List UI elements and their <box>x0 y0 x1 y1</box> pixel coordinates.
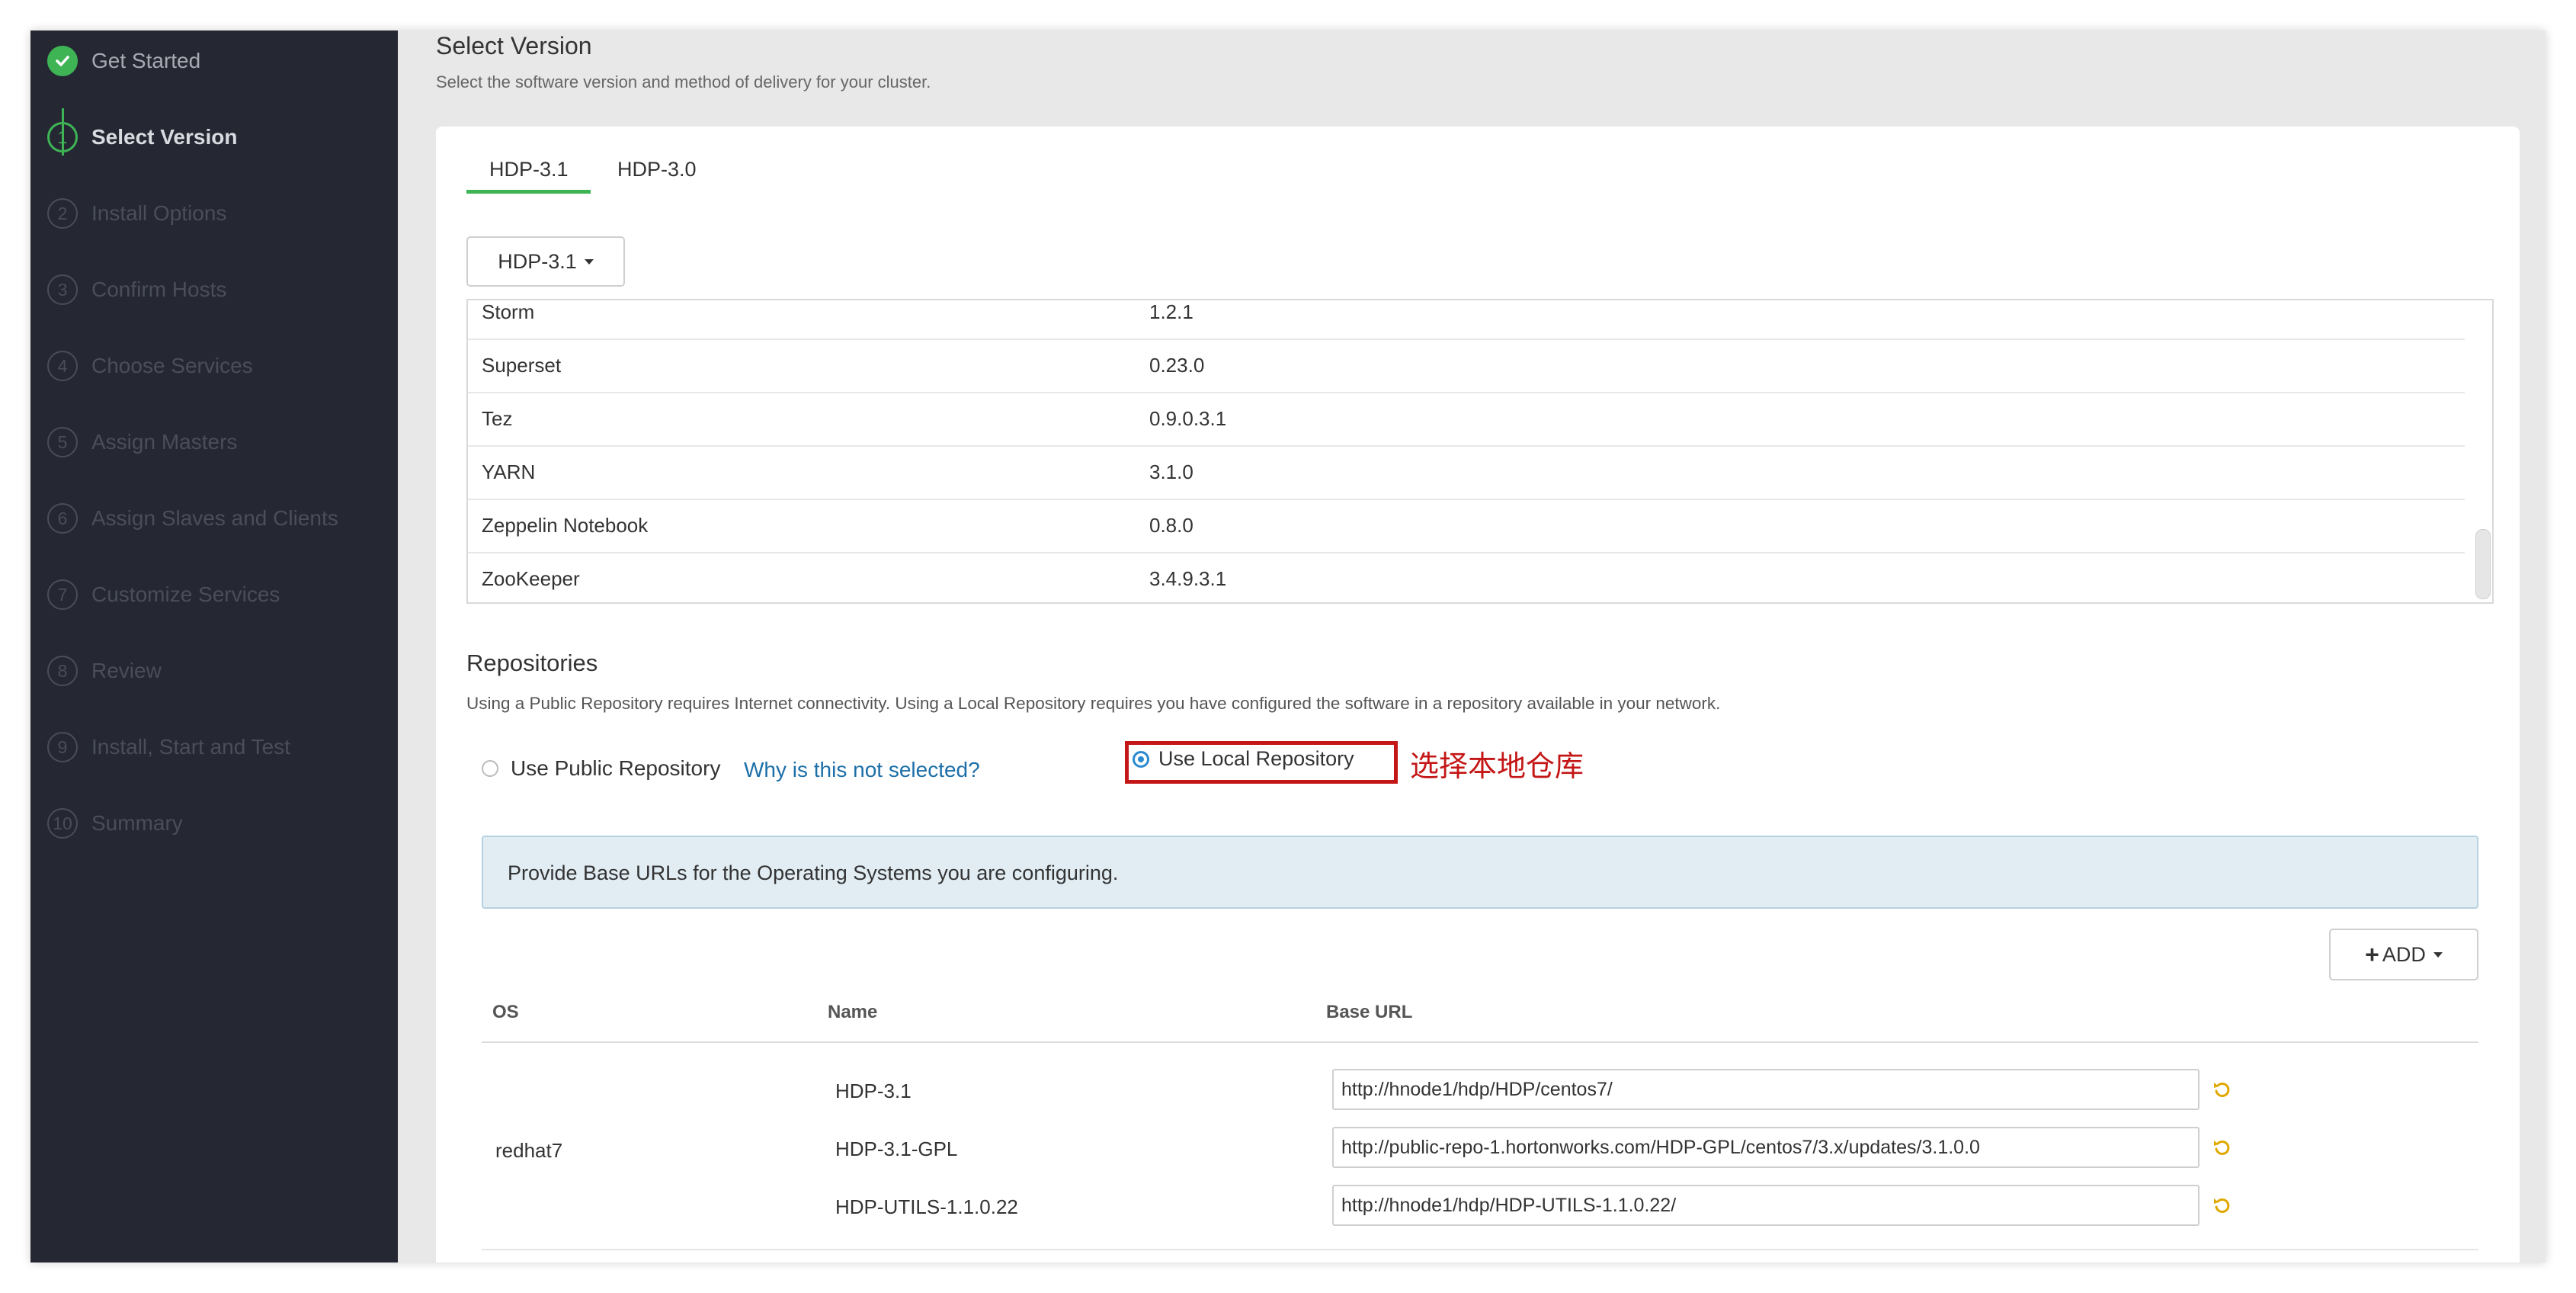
step-review: 8 Review <box>47 652 162 690</box>
public-repo-radio[interactable] <box>482 760 498 777</box>
main-content: Select Version Select the software versi… <box>398 30 2546 1263</box>
table-header-divider <box>482 1041 2478 1043</box>
service-name: Superset <box>482 354 562 377</box>
tab-hdp-3-0[interactable]: HDP-3.0 <box>617 154 697 184</box>
table-row: ZooKeeper 3.4.9.3.1 <box>468 552 2465 602</box>
table-row: Zeppelin Notebook 0.8.0 <box>468 499 2465 553</box>
os-name: redhat7 <box>495 1139 563 1162</box>
step-choose-services: 4 Choose Services <box>47 347 253 385</box>
step-label: Confirm Hosts <box>91 278 227 301</box>
step-label: Get Started <box>91 49 201 72</box>
step-label: Install Options <box>91 201 227 225</box>
step-label: Assign Masters <box>91 430 238 454</box>
repositories-description: Using a Public Repository requires Inter… <box>466 694 1721 713</box>
step-label: Customize Services <box>91 582 280 606</box>
check-icon <box>47 46 78 76</box>
why-not-selected-link[interactable]: Why is this not selected? <box>744 758 980 782</box>
base-url-input[interactable] <box>1332 1069 2200 1110</box>
column-header-name: Name <box>828 1002 878 1022</box>
service-version: 0.9.0.3.1 <box>1149 407 1227 430</box>
public-repo-label: Use Public Repository <box>511 756 721 780</box>
add-os-button[interactable]: + ADD <box>2329 929 2478 980</box>
base-url-input[interactable] <box>1332 1185 2200 1226</box>
add-button-label: ADD <box>2382 942 2426 966</box>
undo-icon[interactable] <box>2212 1079 2233 1100</box>
step-customize-services: 7 Customize Services <box>47 576 280 614</box>
table-row: Storm 1.2.1 <box>468 300 2465 340</box>
version-dropdown-value: HDP-3.1 <box>498 249 577 273</box>
undo-icon[interactable] <box>2212 1195 2233 1216</box>
repo-name: HDP-3.1-GPL <box>835 1137 958 1160</box>
repo-name: HDP-UTILS-1.1.0.22 <box>835 1195 1018 1218</box>
step-label: Install, Start and Test <box>91 735 290 759</box>
public-repo-option[interactable]: Use Public Repository <box>482 756 720 781</box>
step-number: 5 <box>47 427 78 457</box>
step-select-version[interactable]: 1 Select Version <box>47 118 237 156</box>
step-number: 3 <box>47 274 78 305</box>
step-label: Choose Services <box>91 354 253 377</box>
step-summary: 10 Summary <box>47 804 183 842</box>
annotation-highlight-box <box>1125 741 1398 784</box>
undo-icon[interactable] <box>2212 1137 2233 1158</box>
step-label: Assign Slaves and Clients <box>91 506 338 530</box>
step-label: Summary <box>91 811 183 835</box>
caret-down-icon <box>584 258 594 265</box>
service-version: 3.1.0 <box>1149 460 1193 483</box>
table-bottom-divider <box>482 1249 2478 1250</box>
info-alert: Provide Base URLs for the Operating Syst… <box>482 836 2478 909</box>
step-assign-masters: 5 Assign Masters <box>47 423 237 461</box>
service-version: 3.4.9.3.1 <box>1149 567 1227 590</box>
table-row: YARN 3.1.0 <box>468 445 2465 500</box>
step-assign-slaves: 6 Assign Slaves and Clients <box>47 499 338 537</box>
step-number: 8 <box>47 656 78 686</box>
page-subtitle: Select the software version and method o… <box>436 72 931 91</box>
info-alert-text: Provide Base URLs for the Operating Syst… <box>508 861 1119 884</box>
repositories-title: Repositories <box>466 650 598 676</box>
repo-name: HDP-3.1 <box>835 1080 912 1102</box>
service-version: 0.23.0 <box>1149 354 1205 377</box>
version-card: HDP-3.1 HDP-3.0 HDP-3.1 Storm 1.2.1 Supe… <box>436 127 2520 1263</box>
step-number: 10 <box>47 808 78 839</box>
column-header-base-url: Base URL <box>1326 1002 1413 1022</box>
service-name: Storm <box>482 300 535 323</box>
step-number: 6 <box>47 503 78 534</box>
column-header-os: OS <box>492 1002 519 1022</box>
app-window: Get Started 1 Select Version 2 Install O… <box>30 30 2546 1263</box>
step-install-start-test: 9 Install, Start and Test <box>47 728 290 766</box>
service-version: 0.8.0 <box>1149 514 1193 537</box>
scrollbar-thumb[interactable] <box>2475 529 2491 599</box>
caret-down-icon <box>2433 951 2443 958</box>
step-get-started[interactable]: Get Started <box>47 42 200 80</box>
step-confirm-hosts: 3 Confirm Hosts <box>47 271 226 309</box>
table-row: Superset 0.23.0 <box>468 338 2465 393</box>
step-label: Review <box>91 659 162 682</box>
services-table[interactable]: Storm 1.2.1 Superset 0.23.0 Tez 0.9.0.3.… <box>466 299 2494 604</box>
wizard-sidebar: Get Started 1 Select Version 2 Install O… <box>30 30 398 1263</box>
table-row: Tez 0.9.0.3.1 <box>468 392 2465 447</box>
service-name: Tez <box>482 407 513 430</box>
step-number: 9 <box>47 732 78 762</box>
step-label: Select Version <box>91 125 238 149</box>
tab-hdp-3-1[interactable]: HDP-3.1 <box>489 154 569 184</box>
annotation-text: 选择本地仓库 <box>1410 751 1584 783</box>
step-number: 1 <box>47 122 78 152</box>
step-number: 2 <box>47 198 78 229</box>
version-dropdown[interactable]: HDP-3.1 <box>466 236 625 287</box>
step-number: 4 <box>47 351 78 381</box>
service-name: Zeppelin Notebook <box>482 514 649 537</box>
service-name: YARN <box>482 460 536 483</box>
service-version: 1.2.1 <box>1149 300 1193 323</box>
active-tab-indicator <box>466 190 591 194</box>
base-url-input[interactable] <box>1332 1127 2200 1168</box>
page-title: Select Version <box>436 32 592 59</box>
plus-icon: + <box>2365 940 2379 968</box>
step-number: 7 <box>47 579 78 610</box>
step-install-options: 2 Install Options <box>47 194 226 233</box>
service-name: ZooKeeper <box>482 567 580 590</box>
